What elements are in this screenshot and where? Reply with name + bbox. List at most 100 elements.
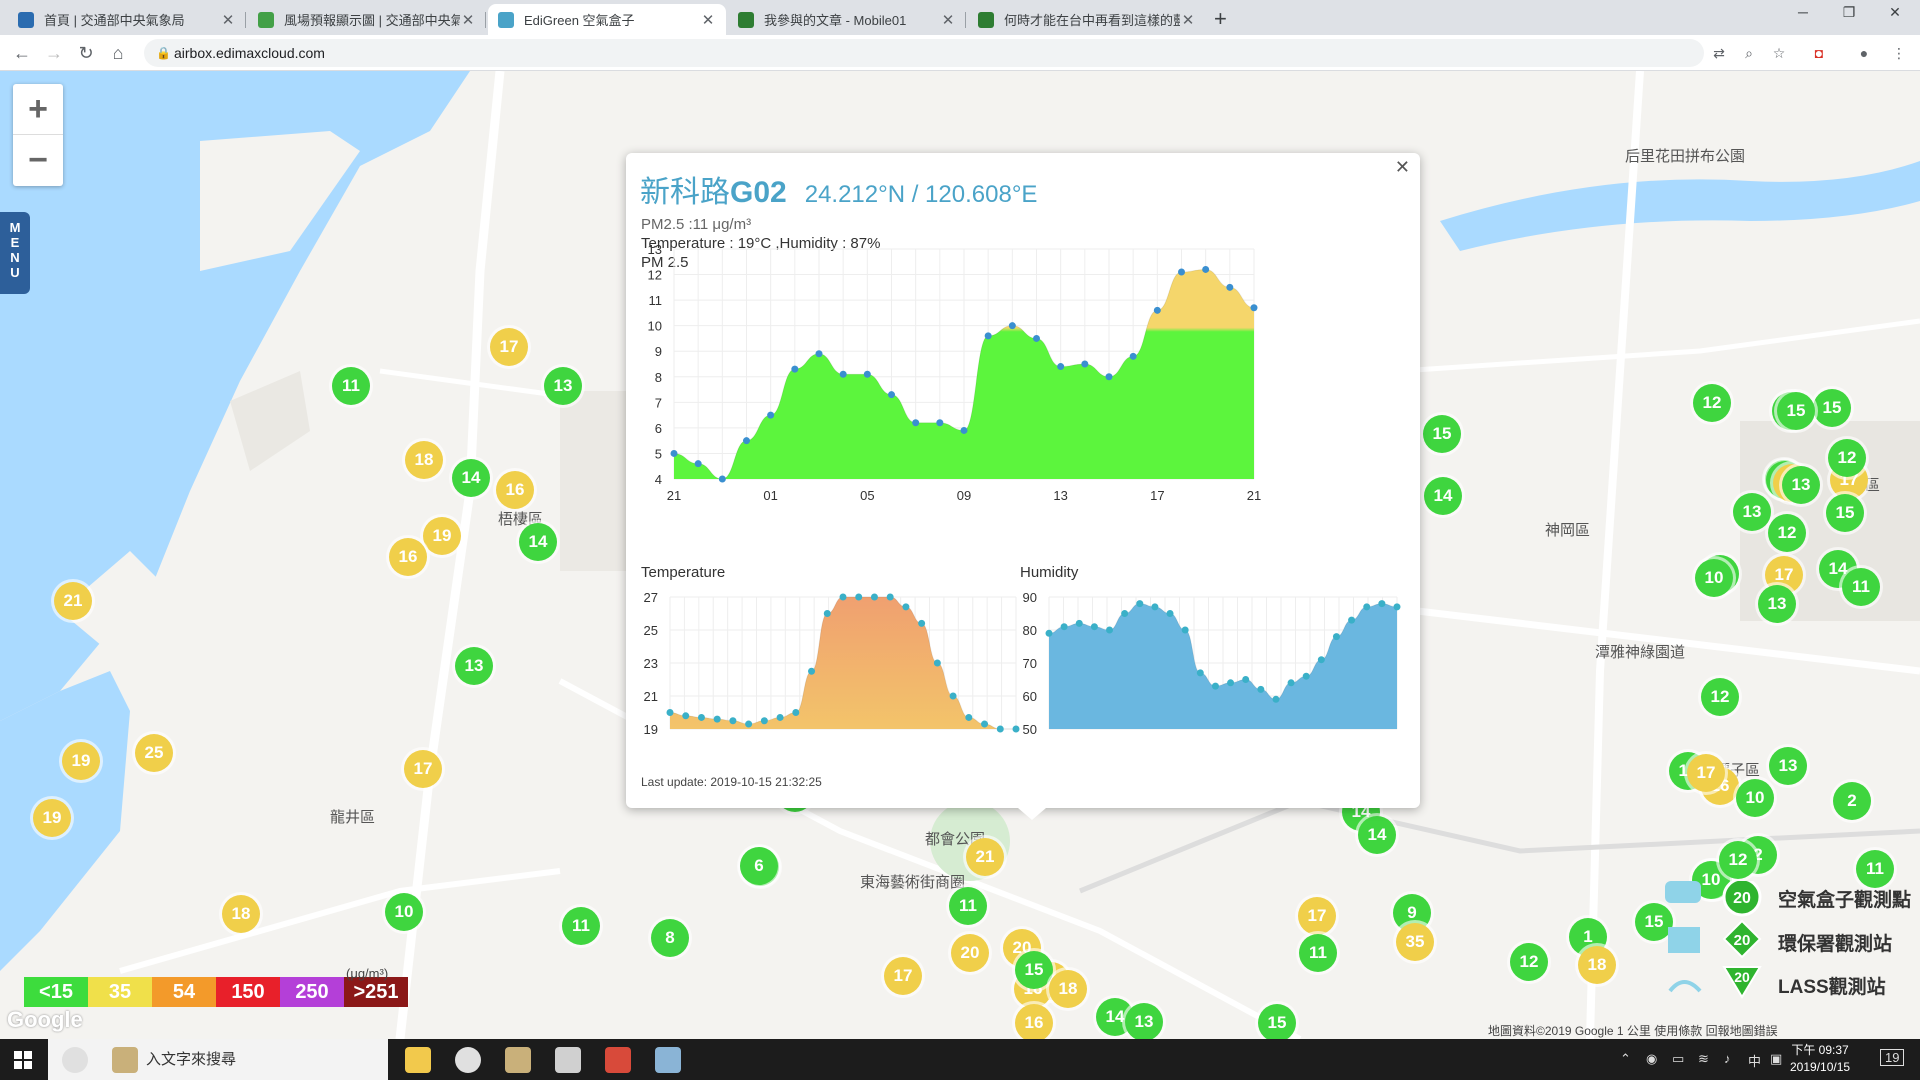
aqi-marker[interactable]: 11 [1842,568,1880,606]
new-tab-button[interactable]: + [1214,6,1227,32]
tab-cwa-home[interactable]: 首頁 | 交通部中央氣象局 ✕ [8,4,246,35]
aqi-marker[interactable]: 6 [740,847,778,885]
app-icon[interactable] [555,1047,581,1073]
aqi-marker[interactable]: 15 [1826,494,1864,532]
reload-button[interactable]: ↻ [74,41,98,65]
zoom-in-button[interactable]: + [13,84,63,135]
aqi-marker[interactable]: 35 [1396,923,1434,961]
aqi-marker[interactable]: 14 [452,459,490,497]
profile-icon[interactable]: ● [1855,44,1873,62]
aqi-marker[interactable]: 21 [966,838,1004,876]
input-mode-icon[interactable]: ▣ [1770,1051,1782,1067]
tab-mobile01-thread[interactable]: 何時才能在台中再看到這樣的藍天 ✕ [968,4,1206,35]
aqi-marker[interactable]: 12 [1828,439,1866,477]
zoom-icon[interactable]: ⌕ [1740,44,1758,62]
aqi-marker[interactable]: 15 [1423,415,1461,453]
aqi-marker[interactable]: 17 [490,328,528,366]
aqi-marker[interactable]: 10 [1695,559,1733,597]
app-icon[interactable] [605,1047,631,1073]
network-icon[interactable]: ◉ [1646,1051,1657,1067]
tray-expand-icon[interactable]: ⌃ [1620,1051,1631,1067]
aqi-marker[interactable]: 17 [1687,754,1725,792]
forward-button[interactable]: → [42,41,66,65]
aqi-marker[interactable]: 20 [951,934,989,972]
aqi-marker[interactable]: 14 [1358,816,1396,854]
aqi-marker[interactable]: 13 [1733,493,1771,531]
aqi-marker[interactable]: 11 [332,367,370,405]
translate-icon[interactable]: ⇄ [1710,44,1728,62]
app-icon[interactable] [112,1047,138,1073]
aqi-marker[interactable]: 17 [404,750,442,788]
tab-airbox[interactable]: EdiGreen 空氣盒子 ✕ [488,4,726,35]
close-window-button[interactable]: ✕ [1872,4,1918,21]
minimize-button[interactable]: ─ [1780,4,1826,20]
aqi-marker[interactable]: 17 [1298,897,1336,935]
aqi-marker[interactable]: 19 [33,799,71,837]
notification-badge[interactable]: 19 [1880,1049,1905,1066]
aqi-marker[interactable]: 15 [1258,1004,1296,1039]
aqi-marker[interactable]: 10 [1736,779,1774,817]
taskbar-search[interactable]: 入文字來搜尋 [48,1039,388,1080]
aqi-marker[interactable]: 19 [62,742,100,780]
close-icon[interactable]: ✕ [460,11,476,29]
aqi-marker[interactable]: 13 [455,647,493,685]
aqi-marker[interactable]: 12 [1701,678,1739,716]
aqi-marker[interactable]: 13 [544,367,582,405]
tab-mobile01-posts[interactable]: 我參與的文章 - Mobile01 ✕ [728,4,966,35]
aqi-marker[interactable]: 10 [385,893,423,931]
wifi-icon[interactable]: ≋ [1698,1051,1709,1067]
aqi-marker[interactable]: 19 [423,517,461,555]
close-icon[interactable]: ✕ [940,11,956,29]
ime-indicator[interactable]: 中 [1748,1051,1761,1070]
zoom-out-button[interactable]: − [13,135,63,186]
aqi-marker[interactable]: 11 [1856,850,1894,888]
aqi-marker[interactable]: 18 [1578,946,1616,984]
volume-icon[interactable]: ♪ [1724,1051,1731,1066]
aqi-marker[interactable]: 12 [1693,384,1731,422]
aqi-marker[interactable]: 13 [1758,585,1796,623]
file-explorer-icon[interactable] [405,1047,431,1073]
aqi-marker[interactable]: 11 [1299,934,1337,972]
aqi-marker[interactable]: 12 [1510,943,1548,981]
app-icon[interactable] [505,1047,531,1073]
aqi-marker[interactable]: 12 [1719,841,1757,879]
home-button[interactable]: ⌂ [106,41,130,65]
aqi-marker[interactable]: 16 [1015,1004,1053,1039]
aqi-marker[interactable]: 25 [135,734,173,772]
chrome-icon[interactable] [455,1047,481,1073]
aqi-marker[interactable]: 13 [1125,1003,1163,1039]
map-canvas[interactable]: 梧棲區 龍井區 都會公園 東海藝術街商圈 后里花田拼布公園 神岡區 豐原區 潭雅… [0,71,1920,1039]
chrome-menu-icon[interactable]: ⋮ [1890,44,1908,62]
address-bar[interactable]: 🔒 airbox.edimaxcloud.com [144,39,1704,67]
aqi-marker[interactable]: 15 [1015,951,1053,989]
restore-button[interactable]: ❐ [1826,4,1872,21]
aqi-marker[interactable]: 18 [1049,970,1087,1008]
aqi-marker[interactable]: 12 [1768,514,1806,552]
aqi-marker[interactable]: 15 [1777,392,1815,430]
system-clock[interactable]: 下午 09:37 2019/10/15 [1790,1042,1850,1076]
aqi-marker[interactable]: 18 [405,441,443,479]
chrome-icon[interactable] [62,1047,88,1073]
aqi-marker[interactable]: 18 [222,895,260,933]
aqi-marker[interactable]: 8 [651,919,689,957]
aqi-marker[interactable]: 16 [496,471,534,509]
aqi-marker[interactable]: 14 [519,523,557,561]
aqi-marker[interactable]: 14 [1424,477,1462,515]
aqi-marker[interactable]: 17 [884,957,922,995]
close-icon[interactable]: ✕ [1180,11,1196,29]
battery-icon[interactable]: ▭ [1672,1051,1684,1067]
aqi-marker[interactable]: 13 [1769,747,1807,785]
aqi-marker[interactable]: 11 [949,887,987,925]
back-button[interactable]: ← [10,41,34,65]
extension-icon[interactable]: ◘ [1810,44,1828,62]
close-icon[interactable]: ✕ [220,11,236,29]
bookmark-star-icon[interactable]: ☆ [1770,44,1788,62]
aqi-marker[interactable]: 15 [1813,389,1851,427]
app-icon[interactable] [655,1047,681,1073]
aqi-marker[interactable]: 11 [562,907,600,945]
aqi-marker[interactable]: 2 [1833,782,1871,820]
menu-button[interactable]: MENU [0,212,30,294]
windows-start-icon[interactable] [14,1051,32,1069]
close-icon[interactable]: ✕ [700,11,716,29]
aqi-marker[interactable]: 16 [389,538,427,576]
